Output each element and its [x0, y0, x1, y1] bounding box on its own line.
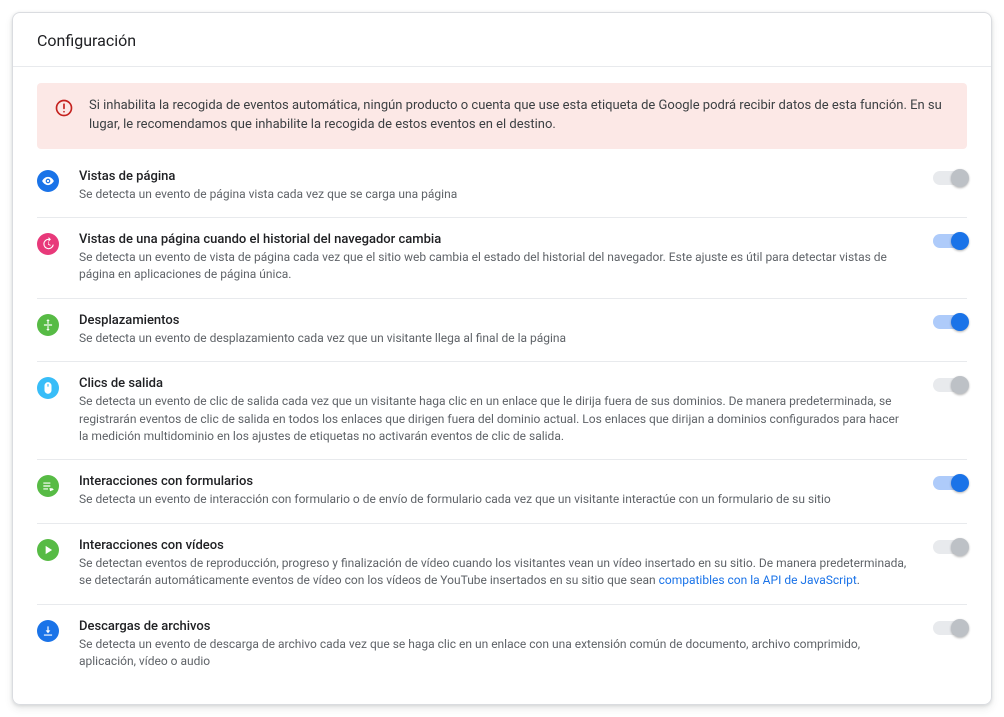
- setting-title: Vistas de página: [79, 169, 907, 184]
- setting-outbound-clicks: Clics de salida Se detecta un evento de …: [37, 361, 967, 459]
- setting-title: Descargas de archivos: [79, 619, 907, 634]
- setting-desc: Se detecta un evento de vista de página …: [79, 249, 907, 284]
- warning-text: Si inhabilita la recogida de eventos aut…: [89, 97, 951, 135]
- mouse-icon: [37, 377, 59, 399]
- toggle-history-change-views[interactable]: [933, 234, 967, 248]
- scroll-icon: [37, 314, 59, 336]
- toggle-outbound-clicks[interactable]: [933, 378, 967, 392]
- settings-panel: Configuración Si inhabilita la recogida …: [12, 12, 992, 705]
- setting-title: Desplazamientos: [79, 313, 907, 328]
- download-icon: [37, 620, 59, 642]
- toggle-form-interactions[interactable]: [933, 476, 967, 490]
- toggle-video-engagement[interactable]: [933, 540, 967, 554]
- toggle-page-views[interactable]: [933, 171, 967, 185]
- setting-scrolls: Desplazamientos Se detecta un evento de …: [37, 298, 967, 361]
- warning-icon: [53, 98, 75, 118]
- eye-icon: [37, 170, 59, 192]
- setting-desc: Se detecta un evento de clic de salida c…: [79, 393, 907, 445]
- setting-file-downloads: Descargas de archivos Se detecta un even…: [37, 604, 967, 685]
- desc-text-after: .: [857, 573, 860, 587]
- setting-form-interactions: Interacciones con formularios Se detecta…: [37, 459, 967, 522]
- setting-title: Interacciones con formularios: [79, 474, 907, 489]
- setting-desc: Se detecta un evento de desplazamiento c…: [79, 330, 907, 347]
- setting-page-views: Vistas de página Se detecta un evento de…: [37, 165, 967, 217]
- play-icon: [37, 539, 59, 561]
- panel-body: Si inhabilita la recogida de eventos aut…: [13, 67, 991, 704]
- setting-title: Clics de salida: [79, 376, 907, 391]
- setting-desc: Se detecta un evento de página vista cad…: [79, 186, 907, 203]
- setting-title: Interacciones con vídeos: [79, 538, 907, 553]
- js-api-link[interactable]: compatibles con la API de JavaScript: [659, 573, 857, 587]
- setting-desc: Se detecta un evento de interacción con …: [79, 491, 907, 508]
- setting-desc: Se detecta un evento de descarga de arch…: [79, 636, 907, 671]
- setting-video-engagement: Interacciones con vídeos Se detectan eve…: [37, 523, 967, 604]
- setting-title: Vistas de una página cuando el historial…: [79, 232, 907, 247]
- setting-desc: Se detectan eventos de reproducción, pro…: [79, 555, 907, 590]
- toggle-scrolls[interactable]: [933, 315, 967, 329]
- toggle-file-downloads[interactable]: [933, 621, 967, 635]
- history-icon: [37, 233, 59, 255]
- page-title: Configuración: [13, 13, 991, 67]
- form-icon: [37, 475, 59, 497]
- warning-alert: Si inhabilita la recogida de eventos aut…: [37, 83, 967, 149]
- setting-history-change-views: Vistas de una página cuando el historial…: [37, 217, 967, 298]
